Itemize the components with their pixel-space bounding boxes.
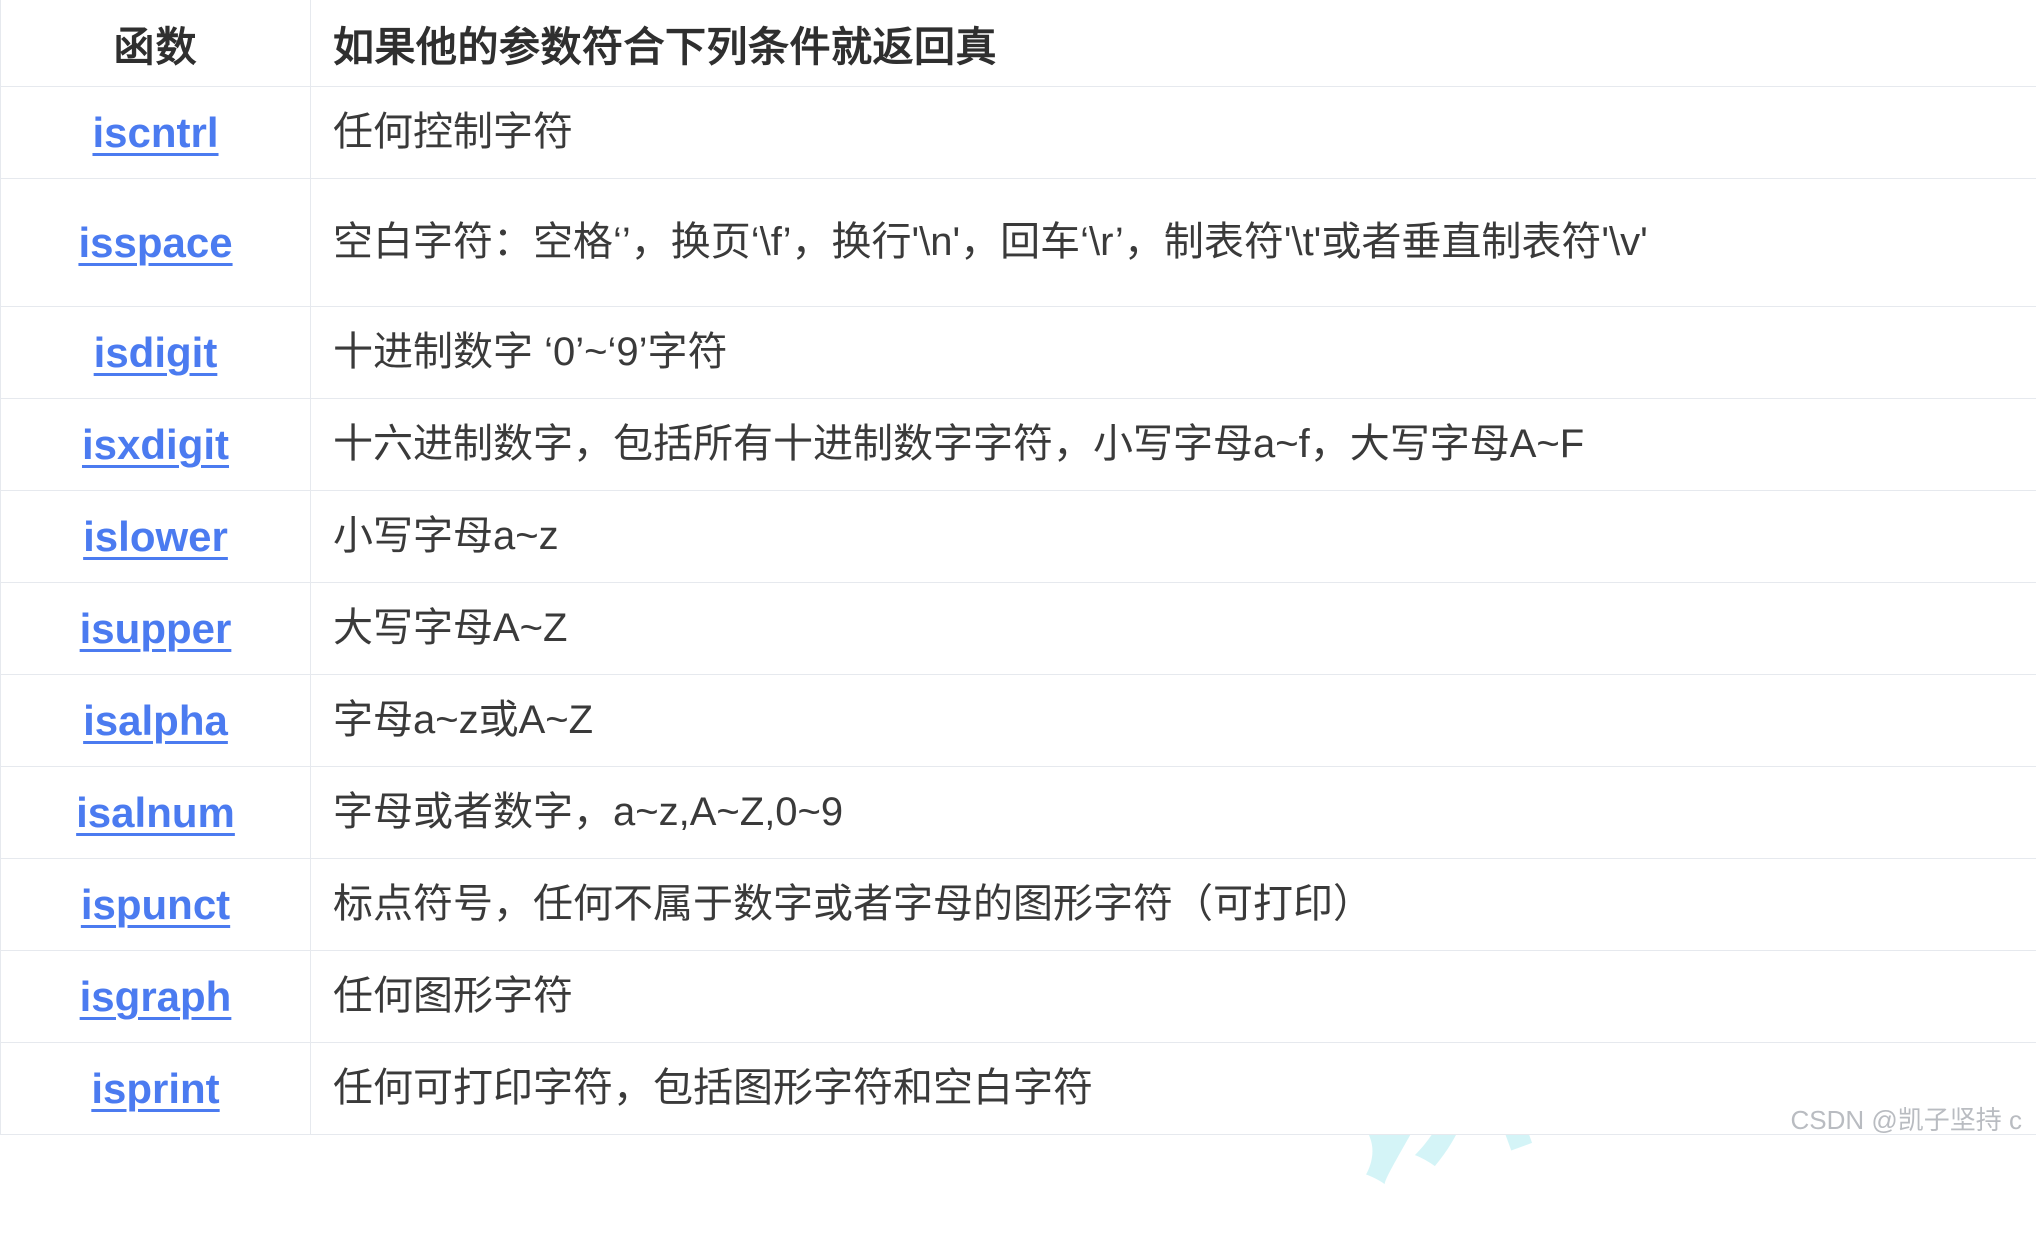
function-cell-inner: iscntrl bbox=[1, 109, 310, 157]
table-row: isgraph 任何图形字符 bbox=[1, 951, 2036, 1043]
description-text: 空白字符：空格‘’，换页‘\f’，换行'\n'，回车‘\r’，制表符'\t'或者… bbox=[311, 215, 2036, 270]
description-text: 字母a~z或A~Z bbox=[311, 692, 2036, 749]
table-row: isdigit 十进制数字 ‘0’~‘9’字符 bbox=[1, 307, 2036, 399]
column-header-function-label: 函数 bbox=[1, 13, 310, 73]
function-cell: isalpha bbox=[1, 675, 311, 767]
function-cell: isspace bbox=[1, 179, 311, 307]
function-cell-inner: isalnum bbox=[1, 789, 310, 837]
function-cell: isxdigit bbox=[1, 399, 311, 491]
function-cell-inner: isgraph bbox=[1, 973, 310, 1021]
function-link-isxdigit[interactable]: isxdigit bbox=[82, 421, 229, 468]
function-link-isspace[interactable]: isspace bbox=[78, 219, 232, 266]
table-row: isupper 大写字母A~Z bbox=[1, 583, 2036, 675]
description-text: 任何可打印字符，包括图形字符和空白字符 bbox=[311, 1060, 2036, 1117]
description-cell: 标点符号，任何不属于数字或者字母的图形字符（可打印） bbox=[311, 859, 2036, 951]
function-cell: isgraph bbox=[1, 951, 311, 1043]
table-body: iscntrl 任何控制字符 isspace 空白字符：空格‘’，换页‘\f’，换行'… bbox=[1, 87, 2036, 1135]
description-text: 大写字母A~Z bbox=[311, 600, 2036, 657]
function-cell: isprint bbox=[1, 1043, 311, 1135]
function-cell: isalnum bbox=[1, 767, 311, 859]
ctype-function-table: 函数 如果他的参数符合下列条件就返回真 iscntrl 任何控制字符 isspace… bbox=[0, 0, 2036, 1135]
description-text: 十进制数字 ‘0’~‘9’字符 bbox=[311, 324, 2036, 381]
description-cell: 任何图形字符 bbox=[311, 951, 2036, 1043]
function-cell: ispunct bbox=[1, 859, 311, 951]
function-link-isalpha[interactable]: isalpha bbox=[83, 697, 228, 744]
function-cell: isdigit bbox=[1, 307, 311, 399]
function-cell-inner: isxdigit bbox=[1, 421, 310, 469]
description-cell: 空白字符：空格‘’，换页‘\f’，换行'\n'，回车‘\r’，制表符'\t'或者… bbox=[311, 179, 2036, 307]
description-cell: 字母a~z或A~Z bbox=[311, 675, 2036, 767]
function-link-iscntrl[interactable]: iscntrl bbox=[92, 109, 218, 156]
table-header-row: 函数 如果他的参数符合下列条件就返回真 bbox=[1, 0, 2036, 87]
function-link-isprint[interactable]: isprint bbox=[91, 1065, 219, 1112]
table-row: isalnum 字母或者数字，a~z,A~Z,0~9 bbox=[1, 767, 2036, 859]
function-cell-inner: isalpha bbox=[1, 697, 310, 745]
table-row: iscntrl 任何控制字符 bbox=[1, 87, 2036, 179]
description-text: 标点符号，任何不属于数字或者字母的图形字符（可打印） bbox=[311, 876, 2036, 933]
description-text: 任何控制字符 bbox=[311, 104, 2036, 161]
function-link-islower[interactable]: islower bbox=[83, 513, 228, 560]
table-row: isalpha 字母a~z或A~Z bbox=[1, 675, 2036, 767]
function-cell-inner: isspace bbox=[1, 219, 310, 267]
function-cell-inner: isprint bbox=[1, 1065, 310, 1113]
description-text: 小写字母a~z bbox=[311, 508, 2036, 565]
description-cell: 大写字母A~Z bbox=[311, 583, 2036, 675]
description-cell: 任何可打印字符，包括图形字符和空白字符 bbox=[311, 1043, 2036, 1135]
function-link-isgraph[interactable]: isgraph bbox=[80, 973, 232, 1020]
function-link-isalnum[interactable]: isalnum bbox=[76, 789, 235, 836]
description-text: 任何图形字符 bbox=[311, 968, 2036, 1025]
table-row: isprint 任何可打印字符，包括图形字符和空白字符 bbox=[1, 1043, 2036, 1135]
csdn-attribution: CSDN @凯子坚持 c bbox=[1790, 1100, 2022, 1137]
function-cell-inner: islower bbox=[1, 513, 310, 561]
function-cell-inner: isdigit bbox=[1, 329, 310, 377]
description-cell: 小写字母a~z bbox=[311, 491, 2036, 583]
column-header-description: 如果他的参数符合下列条件就返回真 bbox=[311, 0, 2036, 87]
function-cell-inner: ispunct bbox=[1, 881, 310, 929]
function-link-ispunct[interactable]: ispunct bbox=[81, 881, 230, 928]
function-cell: iscntrl bbox=[1, 87, 311, 179]
function-link-isdigit[interactable]: isdigit bbox=[94, 329, 218, 376]
description-cell: 任何控制字符 bbox=[311, 87, 2036, 179]
description-text: 十六进制数字，包括所有十进制数字字符，小写字母a~f，大写字母A~F bbox=[311, 416, 2036, 473]
table-header: 函数 如果他的参数符合下列条件就返回真 bbox=[1, 0, 2036, 87]
description-text: 字母或者数字，a~z,A~Z,0~9 bbox=[311, 784, 2036, 841]
table-row: isspace 空白字符：空格‘’，换页‘\f’，换行'\n'，回车‘\r’，制表… bbox=[1, 179, 2036, 307]
function-link-isupper[interactable]: isupper bbox=[80, 605, 232, 652]
ctype-function-table-container: 函数 如果他的参数符合下列条件就返回真 iscntrl 任何控制字符 isspace… bbox=[0, 0, 2036, 1135]
column-header-function: 函数 bbox=[1, 0, 311, 87]
description-cell: 字母或者数字，a~z,A~Z,0~9 bbox=[311, 767, 2036, 859]
function-cell: islower bbox=[1, 491, 311, 583]
function-cell-inner: isupper bbox=[1, 605, 310, 653]
description-cell: 十六进制数字，包括所有十进制数字字符，小写字母a~f，大写字母A~F bbox=[311, 399, 2036, 491]
table-row: ispunct 标点符号，任何不属于数字或者字母的图形字符（可打印） bbox=[1, 859, 2036, 951]
table-row: islower 小写字母a~z bbox=[1, 491, 2036, 583]
description-cell: 十进制数字 ‘0’~‘9’字符 bbox=[311, 307, 2036, 399]
function-cell: isupper bbox=[1, 583, 311, 675]
column-header-description-label: 如果他的参数符合下列条件就返回真 bbox=[311, 13, 2036, 73]
table-row: isxdigit 十六进制数字，包括所有十进制数字字符，小写字母a~f，大写字母A… bbox=[1, 399, 2036, 491]
